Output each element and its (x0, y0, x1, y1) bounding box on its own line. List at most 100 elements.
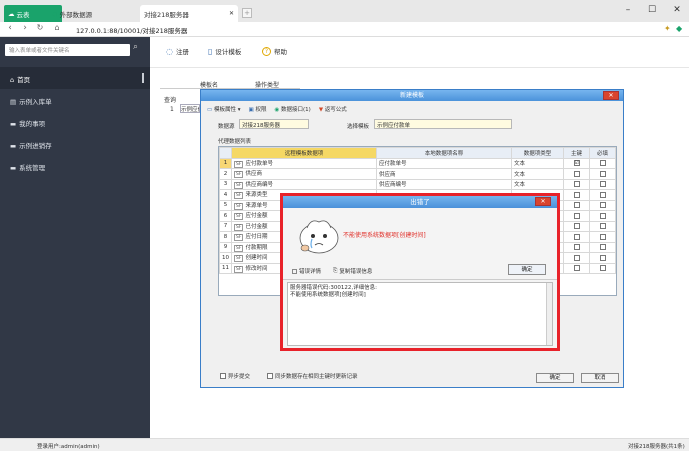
menu-writeback[interactable]: ▼ 返写公式 (319, 105, 347, 113)
tab-active[interactable]: 对接218服务器 ✕ (140, 5, 238, 22)
help-button[interactable]: ? 帮助 (262, 46, 287, 56)
req-cell[interactable] (589, 178, 616, 190)
search-icon[interactable]: ⌕ (133, 42, 138, 52)
req-cell[interactable] (589, 241, 616, 253)
pk-cell[interactable] (563, 168, 590, 180)
dialog-close-button[interactable]: ✕ (603, 91, 619, 100)
remote-field-cell[interactable]: SF 应付款单号 (231, 157, 377, 169)
sidebar-item-inventory[interactable]: ▬ 示例进销存 (0, 133, 150, 155)
close-window-button[interactable]: ✕ (671, 4, 683, 16)
remote-field-cell[interactable]: SF 供应商编号 (231, 178, 377, 190)
req-cell[interactable] (589, 220, 616, 232)
pk-checkbox[interactable] (573, 233, 580, 240)
design-template-button[interactable]: ▯ 设计模板 (208, 46, 241, 57)
req-checkbox[interactable] (599, 233, 606, 240)
pk-checkbox[interactable] (573, 244, 580, 250)
remote-field-cell[interactable]: SF 供应商 (231, 168, 377, 180)
home-icon[interactable]: ⌂ (52, 23, 62, 32)
extension2-icon[interactable]: ◆ (676, 24, 682, 33)
pk-cell[interactable] (563, 210, 590, 222)
url-text[interactable]: 127.0.0.1:88/10001/对接218服务器 (76, 25, 187, 35)
pk-checkbox[interactable] (573, 212, 580, 219)
local-field-cell[interactable]: 供应商 (376, 168, 512, 180)
reload-icon[interactable]: ↻ (35, 23, 45, 32)
type-cell[interactable]: 文本 (511, 168, 564, 180)
local-field-cell[interactable]: 供应商编号 (376, 178, 512, 190)
pk-cell[interactable] (563, 220, 590, 232)
sidebar-item-system[interactable]: ▬ 系统管理 (0, 155, 150, 177)
error-ok-button[interactable]: 确定 (508, 264, 546, 275)
req-checkbox[interactable] (599, 212, 606, 219)
tab-external-source[interactable]: ◉ 外部数据源 (48, 5, 134, 22)
req-cell[interactable] (589, 199, 616, 211)
register-button[interactable]: ◌ 注册 (166, 46, 189, 57)
pk-cell[interactable] (563, 231, 590, 243)
req-checkbox[interactable] (599, 223, 606, 229)
pk-cell[interactable] (563, 189, 590, 201)
menu-data-interface[interactable]: ◉ 数据接口(1) (274, 105, 310, 113)
pk-cell[interactable]: ☑ (563, 157, 590, 169)
local-field-cell[interactable]: 应付款单号 (376, 157, 512, 169)
pk-checkbox[interactable] (573, 202, 580, 208)
error-close-button[interactable]: ✕ (535, 197, 551, 206)
pk-cell[interactable] (563, 199, 590, 211)
req-checkbox[interactable] (599, 202, 606, 208)
sync-update-checkbox[interactable]: 同步数据存在相同主键时更新记录 (267, 372, 358, 380)
bg-row-text[interactable]: 示例应付款单 (180, 104, 200, 113)
req-cell[interactable] (589, 157, 616, 169)
pk-cell[interactable] (563, 178, 590, 190)
pk-cell[interactable] (563, 252, 590, 264)
req-cell[interactable] (589, 189, 616, 201)
type-cell[interactable]: 文本 (511, 157, 564, 169)
error-detail-toggle[interactable]: 错误详情 (292, 267, 321, 275)
req-cell[interactable] (589, 210, 616, 222)
pk-checkbox[interactable] (573, 223, 580, 229)
search-input[interactable]: 输入表单或者文件关键名 (5, 44, 130, 56)
sync-checkbox-box[interactable] (267, 373, 273, 379)
extension-icon[interactable]: ✦ (664, 24, 671, 33)
pk-checkbox[interactable] (573, 181, 580, 187)
async-checkbox-box[interactable] (220, 373, 226, 379)
req-cell[interactable] (589, 262, 616, 274)
new-tab-icon[interactable]: + (242, 8, 252, 18)
sidebar-item-inbound[interactable]: ▤ 示例入库单 (0, 89, 150, 111)
menu-template-attr[interactable]: ▭ 模板属性 ▾ (207, 105, 240, 113)
pk-checkbox[interactable] (573, 254, 580, 261)
req-cell[interactable] (589, 252, 616, 264)
pk-cell[interactable] (563, 241, 590, 253)
req-checkbox[interactable] (599, 160, 606, 166)
pk-cell[interactable] (563, 262, 590, 274)
query-label[interactable]: 查询 (164, 95, 176, 104)
grid-row[interactable]: 1 SF 应付款单号 应付款单号 文本 ☑ (219, 157, 616, 169)
sidebar-item-home[interactable]: ⌂ 首页 (0, 67, 150, 89)
forward-arrow-icon[interactable]: › (20, 23, 30, 33)
pk-checkbox[interactable] (573, 191, 580, 198)
req-cell[interactable] (589, 168, 616, 180)
type-cell[interactable]: 文本 (511, 178, 564, 190)
req-cell[interactable] (589, 231, 616, 243)
template-field[interactable]: 示例应付款单 (374, 119, 512, 129)
grid-row[interactable]: 2 SF 供应商 供应商 文本 (219, 168, 616, 180)
pk-checkbox[interactable]: ☑ (573, 160, 580, 166)
dialog-ok-button[interactable]: 确定 (536, 373, 574, 383)
req-checkbox[interactable] (599, 265, 606, 271)
async-submit-checkbox[interactable]: 异步提交 (220, 372, 250, 380)
dialog-cancel-button[interactable]: 取消 (581, 373, 619, 383)
copy-error-button[interactable]: ⎘ 复制错误信息 (333, 267, 372, 276)
menu-permission[interactable]: ▣ 权限 (248, 105, 266, 113)
req-checkbox[interactable] (599, 254, 606, 261)
sidebar-item-tasks[interactable]: ▬ 我的事项 (0, 111, 150, 133)
pk-checkbox[interactable] (573, 265, 580, 271)
pk-checkbox[interactable] (573, 170, 580, 177)
maximize-button[interactable]: ☐ (646, 4, 658, 16)
grid-row[interactable]: 3 SF 供应商编号 供应商编号 文本 (219, 178, 616, 190)
minimize-button[interactable]: – (622, 4, 634, 16)
tab-close-icon[interactable]: ✕ (229, 10, 234, 17)
req-checkbox[interactable] (599, 191, 606, 198)
req-checkbox[interactable] (599, 244, 606, 250)
req-checkbox[interactable] (599, 170, 606, 177)
req-checkbox[interactable] (599, 181, 606, 187)
back-arrow-icon[interactable]: ‹ (5, 23, 15, 33)
datasource-field[interactable]: 对接218服务器 (239, 119, 309, 129)
detail-scrollbar[interactable] (546, 283, 552, 345)
